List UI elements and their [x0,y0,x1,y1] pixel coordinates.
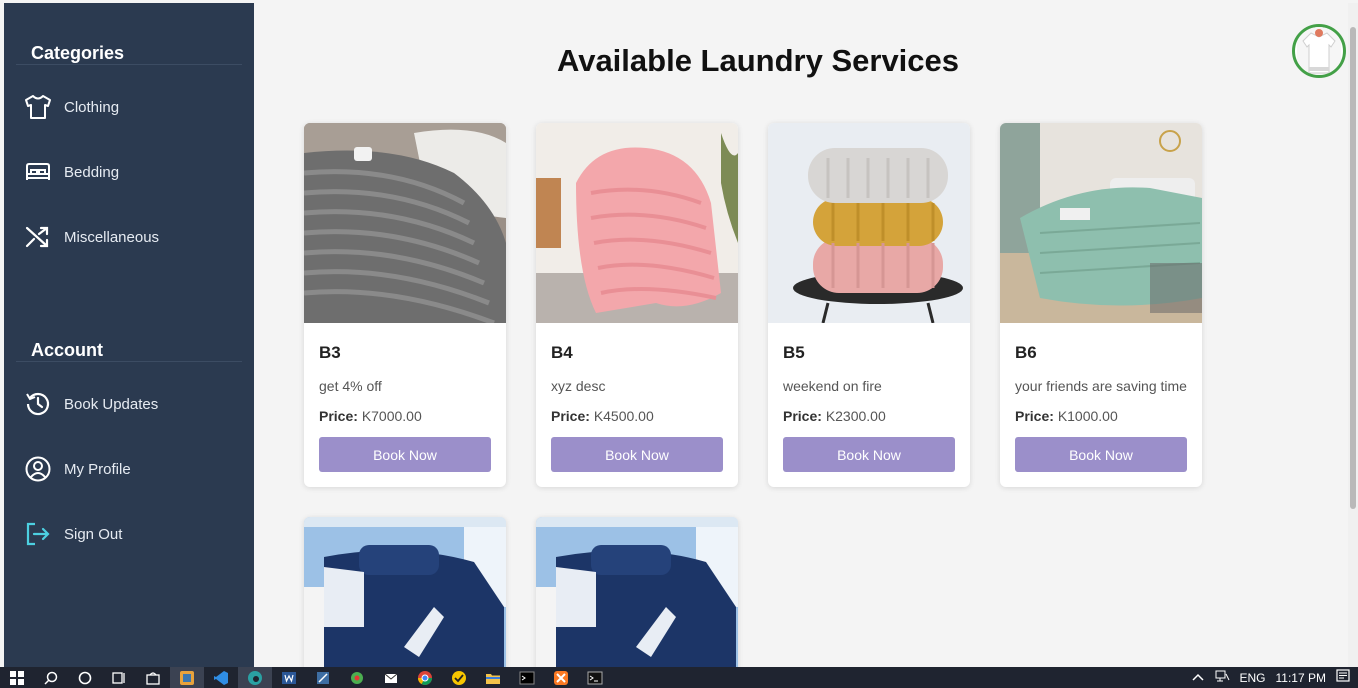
book-now-button[interactable]: Book Now [1015,437,1187,472]
mail-icon[interactable] [374,667,408,688]
price-value: K1000.00 [1057,408,1118,424]
word-icon[interactable] [272,667,306,688]
service-title: B6 [1015,343,1037,362]
history-icon [24,390,52,418]
pink-fluffy-throw-photo [536,123,738,323]
service-title: B3 [319,343,341,362]
tshirt-icon [24,93,52,121]
page-title: Available Laundry Services [556,43,960,78]
price-label: Price: [1015,408,1054,424]
navy-bedding-set-photo [536,517,738,677]
chevron-up-icon[interactable] [1191,671,1204,685]
folded-knit-blankets-photo [768,123,970,323]
search-icon[interactable] [34,667,68,688]
navy-bedding-set-photo [304,517,506,677]
service-description: xyz desc [551,378,606,394]
service-price: Price: K4500.00 [551,408,654,424]
sidebar-item-sign-out[interactable]: Sign Out [24,519,122,549]
book-now-button[interactable]: Book Now [551,437,723,472]
service-price: Price: K7000.00 [319,408,422,424]
database-tool-icon[interactable] [306,667,340,688]
price-label: Price: [551,408,590,424]
sidebar-item-label: Bedding [64,163,120,181]
chrome-icon[interactable] [408,667,442,688]
command-prompt-icon[interactable] [578,667,612,688]
price-label: Price: [783,408,822,424]
sidebar-item-clothing[interactable]: Clothing [24,92,119,122]
windows-start-icon[interactable] [0,667,34,688]
price-label: Price: [319,408,358,424]
system-tray: ENG 11:17 PM [1191,667,1351,688]
categories-heading: Categories [31,43,125,63]
service-card: B4 xyz desc Price: K4500.00 Book Now [536,123,738,487]
sidebar-item-my-profile[interactable]: My Profile [24,454,131,484]
grey-striped-blanket-photo [304,123,506,323]
service-title: B4 [551,343,573,362]
taskbar: ENG 11:17 PM [0,667,1358,688]
scrollbar-thumb[interactable] [1350,27,1356,509]
green-bedspread-photo [1000,123,1202,323]
sidebar-item-book-updates[interactable]: Book Updates [24,389,158,419]
user-avatar-icon [1297,27,1341,75]
account-heading: Account [31,340,103,360]
page-scrollbar[interactable] [1348,3,1358,667]
python-app-icon[interactable] [170,667,204,688]
shuffle-icon [24,223,52,251]
service-card: B5 weekend on fire Price: K2300.00 Book … [768,123,970,487]
sidebar-item-miscellaneous[interactable]: Miscellaneous [24,222,159,252]
service-title: B5 [783,343,805,362]
service-card [536,517,738,677]
xampp-icon[interactable] [544,667,578,688]
network-icon[interactable] [1214,670,1230,685]
terminal-icon[interactable] [510,667,544,688]
store-icon[interactable] [136,667,170,688]
sidebar-item-label: Sign Out [64,525,123,543]
edge-browser-icon[interactable] [238,667,272,688]
service-card [304,517,506,677]
vscode-icon[interactable] [204,667,238,688]
service-description: weekend on fire [783,378,882,394]
book-now-button[interactable]: Book Now [319,437,491,472]
user-circle-icon [24,455,52,483]
sidebar-item-label: Book Updates [64,395,159,413]
service-price: Price: K2300.00 [783,408,886,424]
sign-out-icon [24,520,52,548]
clock[interactable]: 11:17 PM [1276,671,1326,685]
sidebar: Categories Clothing Bedding Miscellaneou… [4,3,254,667]
price-value: K7000.00 [361,408,422,424]
task-view-icon[interactable] [102,667,136,688]
service-description: your friends are saving time [1015,378,1187,394]
cortana-icon[interactable] [68,667,102,688]
price-value: K2300.00 [825,408,886,424]
user-avatar[interactable] [1292,24,1346,78]
price-value: K4500.00 [593,408,654,424]
service-card: B6 your friends are saving time Price: K… [1000,123,1202,487]
file-explorer-icon[interactable] [476,667,510,688]
sidebar-item-label: My Profile [64,460,131,478]
sidebar-item-label: Clothing [64,98,120,116]
notifications-icon[interactable] [1336,669,1350,686]
sidebar-item-bedding[interactable]: Bedding [24,157,119,187]
service-price: Price: K1000.00 [1015,408,1118,424]
divider [16,361,242,362]
book-now-button[interactable]: Book Now [783,437,955,472]
git-tool-icon[interactable] [340,667,374,688]
service-card: B3 get 4% off Price: K7000.00 Book Now [304,123,506,487]
divider [16,64,242,65]
bed-icon [24,158,52,186]
norton-icon[interactable] [442,667,476,688]
main-content: Available Laundry Services B3 get 4% off… [254,3,1348,677]
language-indicator[interactable]: ENG [1240,671,1266,685]
sidebar-item-label: Miscellaneous [64,228,160,246]
service-description: get 4% off [319,378,382,394]
